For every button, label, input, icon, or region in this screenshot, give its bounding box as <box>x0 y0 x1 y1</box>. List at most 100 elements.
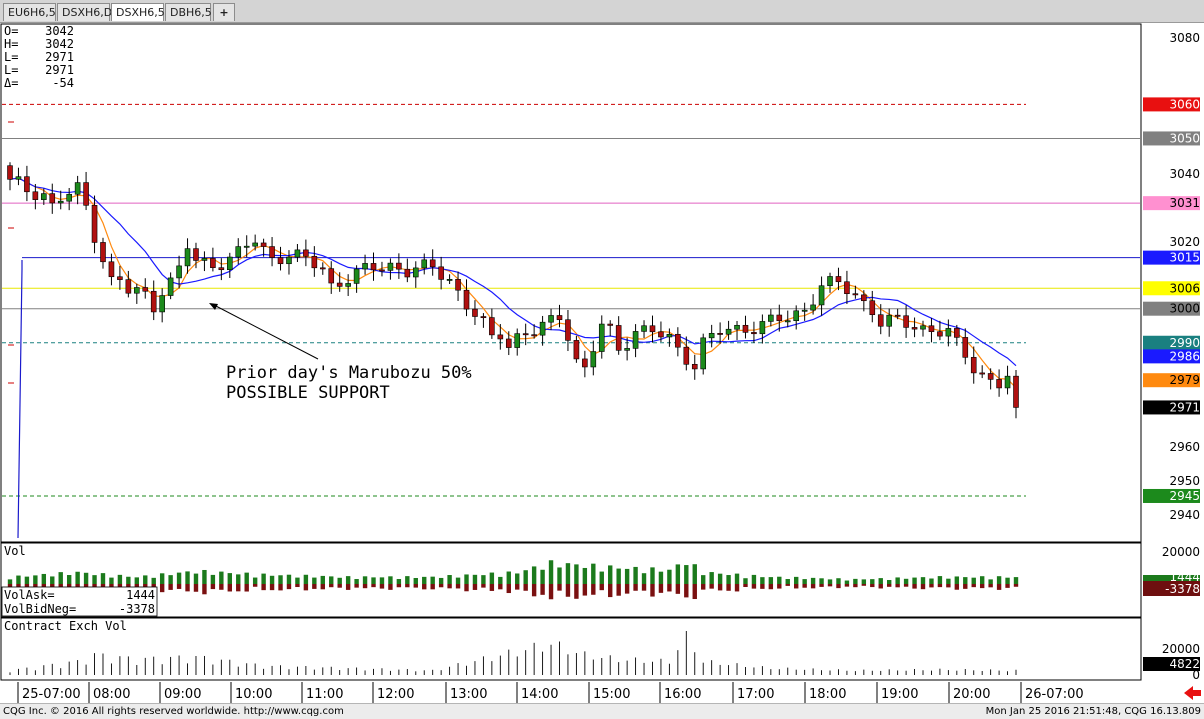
candle-up <box>243 245 250 248</box>
volume-bar-ask <box>168 575 173 584</box>
volume-bar-ask <box>176 572 182 584</box>
volume-bar-bid <box>929 584 934 588</box>
candle-down <box>319 267 326 270</box>
volume-bar-bid <box>303 584 309 591</box>
volume-bar-ask <box>396 579 402 584</box>
candle-down <box>1013 375 1019 408</box>
volume-bar-ask <box>675 564 681 584</box>
volume-bar-bid <box>159 584 165 593</box>
volume-bar-ask <box>422 576 427 584</box>
candle-down <box>573 340 580 360</box>
volume-bar-bid <box>506 584 511 594</box>
volume-bar-bid <box>396 584 402 588</box>
candle-down <box>615 325 622 351</box>
volume-bar-bid <box>861 584 867 586</box>
tab-dbh6[interactable]: DBH6,5 <box>165 3 212 21</box>
volume-bar-ask <box>58 572 63 584</box>
candle-down <box>675 333 681 348</box>
volume-bar-bid <box>641 584 647 591</box>
volume-bar-bid <box>531 584 537 597</box>
volume-bar-ask <box>548 560 554 584</box>
candle-down <box>844 281 850 295</box>
volume-bar-ask <box>252 577 258 584</box>
volume-bar-ask <box>41 573 47 584</box>
volume-bar-ask <box>836 578 841 584</box>
candle-down <box>894 314 901 317</box>
volume-bar-bid <box>616 584 621 596</box>
candle-up <box>827 276 833 287</box>
candle-up <box>920 325 926 330</box>
status-footer: CQG Inc. © 2016 All rights reserved worl… <box>0 703 1204 719</box>
volume-bar-bid <box>624 584 630 594</box>
volume-bar-ask <box>345 576 351 584</box>
scroll-right-arrow-icon[interactable] <box>1184 686 1201 700</box>
ohlc-value-low: 2971 <box>45 50 74 64</box>
volume-bar-ask <box>582 567 588 584</box>
candle-down <box>607 323 614 326</box>
candle-down <box>911 327 918 330</box>
tab-dsxh6-5min[interactable]: DSXH6,5 <box>111 3 165 21</box>
volume-bar-bid <box>413 584 418 588</box>
candle-up <box>539 321 546 336</box>
volume-bar-bid <box>751 584 757 589</box>
volume-bar-bid <box>963 584 968 589</box>
volume-bar-bid <box>979 584 985 589</box>
ohlc-value-high: 3042 <box>45 37 74 51</box>
tab-eu6h6[interactable]: EU6H6,5 <box>3 3 56 21</box>
volume-bar-ask <box>337 577 342 584</box>
volume-bar-ask <box>599 571 604 584</box>
candle-down <box>379 269 385 272</box>
volume-bar-bid <box>684 584 689 598</box>
price-panel[interactable]: Prior day's Marubozu 50% POSSIBLE SUPPOR… <box>0 23 1142 543</box>
ohlc-key-high: H= <box>4 37 18 51</box>
candle-down <box>565 319 571 341</box>
volume-bar-bid <box>362 584 368 589</box>
volume-panel[interactable]: Vol VolAsk= 1444 VolBidNeg= -3378 20000 … <box>0 542 1200 618</box>
volume-bar-bid <box>954 584 960 590</box>
volume-bar-bid <box>996 584 1002 590</box>
candle-up <box>708 333 715 339</box>
volume-bar-bid <box>540 584 545 595</box>
volume-bar-bid <box>472 584 478 590</box>
candle-up <box>134 287 140 294</box>
contract-exch-vol-panel[interactable]: Contract Exch Vol 20000 0 4822 <box>0 617 1200 682</box>
volume-bar-ask <box>362 576 368 584</box>
volume-bar-ask <box>726 575 731 584</box>
candle-down <box>928 325 935 332</box>
volbidneg-badge-text: -3378 <box>1165 582 1200 596</box>
candle-down <box>429 259 436 268</box>
volume-bar-ask <box>540 569 545 584</box>
volume-bar-ask <box>269 575 275 584</box>
volume-bar-bid <box>878 584 883 589</box>
chart-area[interactable]: Prior day's Marubozu 50% POSSIBLE SUPPOR… <box>0 23 1204 703</box>
volume-bar-ask <box>701 575 706 584</box>
volume-bar-bid <box>455 584 461 589</box>
volume-bar-bid <box>202 584 207 595</box>
candle-up <box>641 325 647 332</box>
volume-bar-ask <box>185 571 190 584</box>
volume-bar-bid <box>345 584 351 590</box>
time-axis-label: 12:00 <box>377 687 414 702</box>
volume-bar-bid <box>236 584 241 592</box>
time-axis-label: 20:00 <box>953 687 990 702</box>
add-tab-button[interactable]: + <box>213 3 235 21</box>
volume-bar-bid <box>447 584 452 589</box>
volume-bar-bid <box>903 584 909 587</box>
volume-bar-bid <box>422 584 427 590</box>
volask-key: VolAsk= <box>4 588 55 602</box>
price-axis-label: 2950 <box>1169 474 1200 488</box>
volume-bar-bid <box>557 584 562 591</box>
volume-bar-ask <box>717 573 723 584</box>
volume-bar-ask <box>219 571 224 584</box>
volume-bar-bid <box>726 584 731 591</box>
volume-bar-bid <box>760 584 765 589</box>
volume-bar-ask <box>472 574 478 584</box>
tab-dsxh6-daily[interactable]: DSXH6,D <box>57 3 112 21</box>
ohlc-key-change: Δ= <box>4 76 18 90</box>
price-badge-text: 3060 <box>1169 97 1200 111</box>
volume-bar-ask <box>159 573 165 584</box>
volume-bar-bid <box>498 584 503 590</box>
candle-up <box>1004 375 1011 389</box>
volume-bar-bid <box>785 584 790 586</box>
volume-bar-bid <box>675 584 681 594</box>
